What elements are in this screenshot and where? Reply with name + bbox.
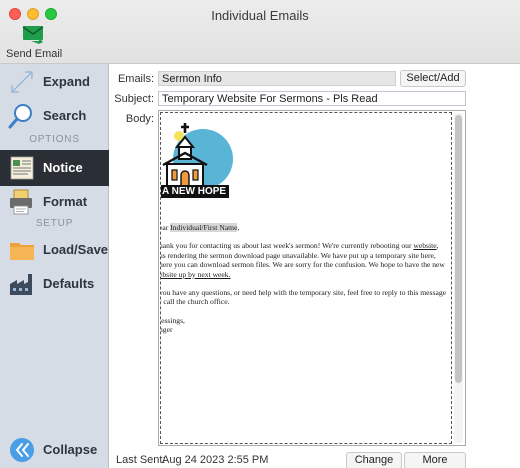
letter-text: ear Individual/First Name, hank you for … [160, 223, 451, 335]
sidebar-item-label: Collapse [43, 442, 98, 457]
factory-icon [10, 274, 32, 295]
text-segment: , [436, 241, 439, 251]
emails-field[interactable]: Sermon Info [158, 71, 396, 86]
greeting-line: ear Individual/First Name, [160, 223, 451, 232]
send-email-icon [22, 26, 44, 44]
sidebar-item-label: Notice [43, 160, 83, 175]
subject-field[interactable]: Temporary Website For Sermons - Pls Read [158, 91, 466, 106]
search-icon [8, 104, 32, 129]
sidebar-item-label: Format [43, 194, 88, 209]
body-label: Body: [125, 113, 154, 125]
expand-icon [11, 71, 33, 93]
sidebar: Expand Search OPTIONS Notice Format SETU… [0, 64, 109, 468]
sidebar-item-defaults[interactable]: Defaults [0, 266, 109, 302]
send-email-button[interactable]: Send Email [6, 24, 62, 62]
signature-line: nger [160, 325, 173, 335]
sidebar-item-format[interactable]: Format [0, 184, 109, 220]
merge-field[interactable]: Individual/First Name [170, 223, 238, 232]
body-editor[interactable]: A NEW HOPE ear Individual/First Name, ha… [158, 110, 466, 446]
collapse-icon [10, 438, 34, 462]
window-title: Individual Emails [211, 8, 309, 23]
closing-line: lessings, [160, 315, 185, 325]
more-options-button[interactable]: More Options [404, 452, 466, 468]
greeting-suffix: , [237, 223, 240, 232]
emails-label: Emails: [117, 73, 154, 85]
sidebar-item-label: Load/Save [43, 242, 109, 257]
sidebar-item-notice[interactable]: Notice [0, 150, 109, 186]
sidebar-item-expand[interactable]: Expand [0, 64, 109, 100]
options-heading: OPTIONS [29, 134, 80, 145]
format-icon [10, 189, 32, 215]
send-email-label: Send Email [6, 48, 63, 60]
last-sent-value: Aug 24 2023 2:55 PM [162, 454, 269, 466]
paragraph-line: here you can download sermon files. We a… [160, 260, 445, 270]
setup-heading: SETUP [35, 218, 74, 229]
sidebar-item-search[interactable]: Search [0, 98, 109, 134]
sidebar-item-collapse[interactable]: Collapse [0, 432, 109, 468]
title-bar: Individual Emails Send Email [0, 0, 520, 64]
scrollbar-thumb[interactable] [455, 115, 462, 383]
sidebar-item-label: Search [43, 108, 87, 123]
notice-icon [10, 156, 34, 180]
text-segment: hank you for contacting us about last we… [160, 241, 414, 251]
body-content[interactable]: A NEW HOPE ear Individual/First Name, ha… [160, 112, 452, 444]
paragraph-line: us rendering the sermon download page un… [160, 250, 436, 260]
paragraph-line: you have any questions, or need help wit… [160, 288, 447, 298]
paragraph-line: r call the church office. [160, 297, 230, 307]
subject-label: Subject: [114, 93, 154, 105]
website-link[interactable]: website [413, 241, 436, 250]
paragraph-line: hank you for contacting us about last we… [160, 241, 451, 251]
change-button[interactable]: Change [346, 452, 402, 468]
select-add-button[interactable]: Select/Add [400, 70, 466, 87]
sidebar-item-label: Defaults [43, 276, 95, 291]
sidebar-item-label: Expand [43, 74, 90, 89]
last-sent-label: Last Sent: [116, 454, 166, 466]
sidebar-item-load-save[interactable]: Load/Save [0, 232, 109, 268]
folder-icon [10, 243, 34, 260]
greeting-prefix: ear [160, 223, 171, 232]
logo-text: A NEW HOPE [161, 185, 230, 198]
paragraph-line: ebsite up by next week. [160, 269, 231, 279]
